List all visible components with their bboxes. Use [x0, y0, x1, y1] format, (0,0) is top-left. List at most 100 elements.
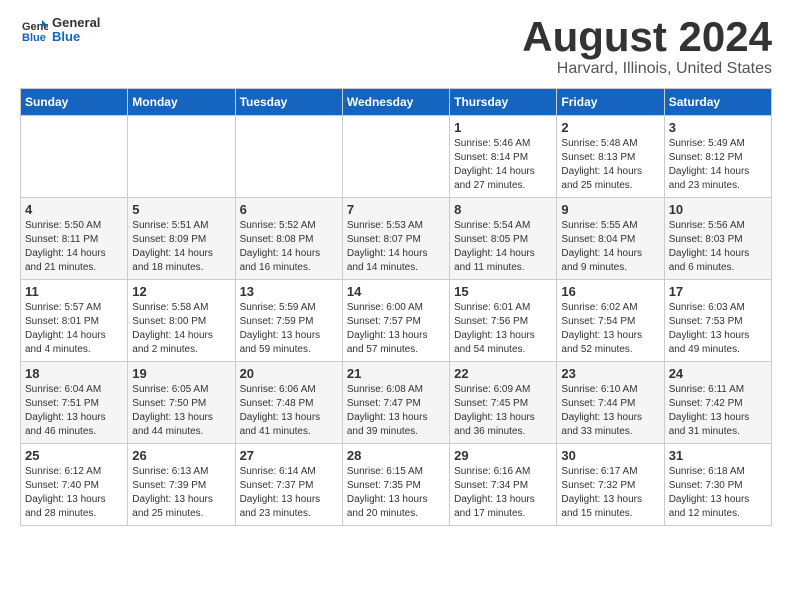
day-info: Sunrise: 6:18 AM Sunset: 7:30 PM Dayligh…	[669, 465, 767, 521]
location: Harvard, Illinois, United States	[522, 60, 772, 78]
svg-text:Blue: Blue	[22, 32, 46, 44]
calendar-cell: 23 Sunrise: 6:10 AM Sunset: 7:44 PM Dayli…	[557, 362, 664, 444]
day-info: Sunrise: 6:10 AM Sunset: 7:44 PM Dayligh…	[561, 383, 659, 439]
day-info: Sunrise: 5:57 AM Sunset: 8:01 PM Dayligh…	[25, 301, 123, 357]
calendar-cell: 20Sunrise: 6:06 AM Sunset: 7:48 PM Dayli…	[235, 362, 342, 444]
calendar-cell: 15 Sunrise: 6:01 AM Sunset: 7:56 PM Dayli…	[450, 280, 557, 362]
day-number: 19	[132, 366, 230, 381]
day-number: 5	[132, 202, 230, 217]
calendar-cell	[128, 116, 235, 198]
calendar-cell	[342, 116, 449, 198]
weekday-header-monday: Monday	[128, 89, 235, 116]
header: General Blue General Blue August 2024 Ha…	[20, 16, 772, 78]
title-area: August 2024 Harvard, Illinois, United St…	[522, 16, 772, 78]
calendar-cell: 17 Sunrise: 6:03 AM Sunset: 7:53 PM Dayli…	[664, 280, 771, 362]
calendar-cell: 14 Sunrise: 6:00 AM Sunset: 7:57 PM Dayli…	[342, 280, 449, 362]
calendar-cell: 31 Sunrise: 6:18 AM Sunset: 7:30 PM Dayli…	[664, 444, 771, 526]
day-info: Sunrise: 5:51 AM Sunset: 8:09 PM Dayligh…	[132, 219, 230, 275]
day-info: Sunrise: 6:16 AM Sunset: 7:34 PM Dayligh…	[454, 465, 552, 521]
day-info: Sunrise: 6:11 AM Sunset: 7:42 PM Dayligh…	[669, 383, 767, 439]
week-row-0: 1 Sunrise: 5:46 AM Sunset: 8:14 PM Daylig…	[21, 116, 772, 198]
day-number: 29	[454, 448, 552, 463]
day-number: 1	[454, 120, 552, 135]
week-row-3: 18 Sunrise: 6:04 AM Sunset: 7:51 PM Dayli…	[21, 362, 772, 444]
calendar-cell: 26 Sunrise: 6:13 AM Sunset: 7:39 PM Dayli…	[128, 444, 235, 526]
day-number: 10	[669, 202, 767, 217]
day-info: Sunrise: 5:55 AM Sunset: 8:04 PM Dayligh…	[561, 219, 659, 275]
day-number: 9	[561, 202, 659, 217]
calendar-cell: 10 Sunrise: 5:56 AM Sunset: 8:03 PM Dayli…	[664, 198, 771, 280]
calendar-cell: 21Sunrise: 6:08 AM Sunset: 7:47 PM Dayli…	[342, 362, 449, 444]
day-info: Sunrise: 6:04 AM Sunset: 7:51 PM Dayligh…	[25, 383, 123, 439]
month-title: August 2024	[522, 16, 772, 58]
calendar-cell: 16Sunrise: 6:02 AM Sunset: 7:54 PM Dayli…	[557, 280, 664, 362]
calendar-cell: 4 Sunrise: 5:50 AM Sunset: 8:11 PM Daylig…	[21, 198, 128, 280]
day-number: 24	[669, 366, 767, 381]
day-info: Sunrise: 6:08 AM Sunset: 7:47 PM Dayligh…	[347, 383, 445, 439]
day-info: Sunrise: 5:49 AM Sunset: 8:12 PM Dayligh…	[669, 137, 767, 193]
calendar-table: SundayMondayTuesdayWednesdayThursdayFrid…	[20, 88, 772, 526]
day-number: 28	[347, 448, 445, 463]
day-number: 8	[454, 202, 552, 217]
calendar-cell: 3Sunrise: 5:49 AM Sunset: 8:12 PM Daylig…	[664, 116, 771, 198]
day-info: Sunrise: 5:56 AM Sunset: 8:03 PM Dayligh…	[669, 219, 767, 275]
day-info: Sunrise: 6:14 AM Sunset: 7:37 PM Dayligh…	[240, 465, 338, 521]
calendar-cell: 11 Sunrise: 5:57 AM Sunset: 8:01 PM Dayli…	[21, 280, 128, 362]
week-row-4: 25Sunrise: 6:12 AM Sunset: 7:40 PM Dayli…	[21, 444, 772, 526]
day-info: Sunrise: 5:50 AM Sunset: 8:11 PM Dayligh…	[25, 219, 123, 275]
weekday-header-row: SundayMondayTuesdayWednesdayThursdayFrid…	[21, 89, 772, 116]
day-info: Sunrise: 5:59 AM Sunset: 7:59 PM Dayligh…	[240, 301, 338, 357]
day-number: 7	[347, 202, 445, 217]
calendar-cell: 1 Sunrise: 5:46 AM Sunset: 8:14 PM Daylig…	[450, 116, 557, 198]
logo-general: General	[52, 16, 100, 30]
weekday-header-thursday: Thursday	[450, 89, 557, 116]
day-number: 25	[25, 448, 123, 463]
calendar-cell: 30 Sunrise: 6:17 AM Sunset: 7:32 PM Dayli…	[557, 444, 664, 526]
weekday-header-saturday: Saturday	[664, 89, 771, 116]
day-number: 26	[132, 448, 230, 463]
day-info: Sunrise: 6:02 AM Sunset: 7:54 PM Dayligh…	[561, 301, 659, 357]
calendar-cell: 7Sunrise: 5:53 AM Sunset: 8:07 PM Daylig…	[342, 198, 449, 280]
weekday-header-tuesday: Tuesday	[235, 89, 342, 116]
day-number: 6	[240, 202, 338, 217]
logo: General Blue General Blue	[20, 16, 100, 45]
calendar-cell	[21, 116, 128, 198]
weekday-header-friday: Friday	[557, 89, 664, 116]
calendar-cell: 12Sunrise: 5:58 AM Sunset: 8:00 PM Dayli…	[128, 280, 235, 362]
calendar-cell: 22Sunrise: 6:09 AM Sunset: 7:45 PM Dayli…	[450, 362, 557, 444]
day-info: Sunrise: 5:46 AM Sunset: 8:14 PM Dayligh…	[454, 137, 552, 193]
calendar-cell: 8Sunrise: 5:54 AM Sunset: 8:05 PM Daylig…	[450, 198, 557, 280]
weekday-header-sunday: Sunday	[21, 89, 128, 116]
day-info: Sunrise: 6:01 AM Sunset: 7:56 PM Dayligh…	[454, 301, 552, 357]
day-info: Sunrise: 6:17 AM Sunset: 7:32 PM Dayligh…	[561, 465, 659, 521]
day-number: 30	[561, 448, 659, 463]
day-number: 31	[669, 448, 767, 463]
weekday-header-wednesday: Wednesday	[342, 89, 449, 116]
calendar-cell: 9 Sunrise: 5:55 AM Sunset: 8:04 PM Daylig…	[557, 198, 664, 280]
week-row-1: 4 Sunrise: 5:50 AM Sunset: 8:11 PM Daylig…	[21, 198, 772, 280]
day-number: 11	[25, 284, 123, 299]
logo-blue: Blue	[52, 30, 100, 44]
day-number: 4	[25, 202, 123, 217]
calendar-cell: 19Sunrise: 6:05 AM Sunset: 7:50 PM Dayli…	[128, 362, 235, 444]
day-info: Sunrise: 6:03 AM Sunset: 7:53 PM Dayligh…	[669, 301, 767, 357]
logo-icon: General Blue	[20, 16, 48, 44]
day-number: 13	[240, 284, 338, 299]
day-info: Sunrise: 6:13 AM Sunset: 7:39 PM Dayligh…	[132, 465, 230, 521]
day-number: 22	[454, 366, 552, 381]
day-number: 20	[240, 366, 338, 381]
day-number: 18	[25, 366, 123, 381]
day-info: Sunrise: 5:48 AM Sunset: 8:13 PM Dayligh…	[561, 137, 659, 193]
day-info: Sunrise: 6:00 AM Sunset: 7:57 PM Dayligh…	[347, 301, 445, 357]
day-number: 27	[240, 448, 338, 463]
day-number: 17	[669, 284, 767, 299]
calendar-cell: 2 Sunrise: 5:48 AM Sunset: 8:13 PM Daylig…	[557, 116, 664, 198]
day-number: 23	[561, 366, 659, 381]
day-number: 15	[454, 284, 552, 299]
calendar-cell: 25Sunrise: 6:12 AM Sunset: 7:40 PM Dayli…	[21, 444, 128, 526]
calendar-cell: 29 Sunrise: 6:16 AM Sunset: 7:34 PM Dayli…	[450, 444, 557, 526]
calendar-cell: 28Sunrise: 6:15 AM Sunset: 7:35 PM Dayli…	[342, 444, 449, 526]
day-number: 2	[561, 120, 659, 135]
calendar-cell: 24 Sunrise: 6:11 AM Sunset: 7:42 PM Dayli…	[664, 362, 771, 444]
day-number: 14	[347, 284, 445, 299]
